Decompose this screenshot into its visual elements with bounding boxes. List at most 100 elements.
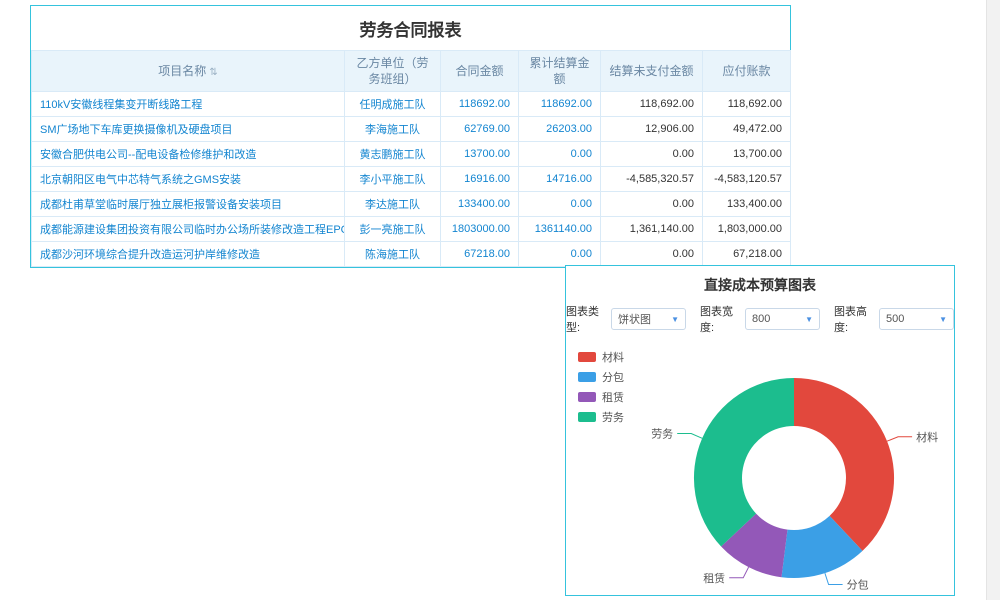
contract-amount-cell: 67218.00 bbox=[441, 242, 519, 267]
pie-slice-label: 劳务 bbox=[651, 428, 673, 441]
unit-cell: 李小平施工队 bbox=[345, 167, 441, 192]
legend-item-0[interactable]: 材料 bbox=[578, 349, 624, 365]
column-header-label: 项目名称 bbox=[158, 64, 206, 78]
table-row: 安徽合肥供电公司--配电设备检修维护和改造黄志鹏施工队13700.000.000… bbox=[32, 142, 791, 167]
payable-cell: 49,472.00 bbox=[703, 117, 791, 142]
chart-height-select[interactable]: 500 ▼ bbox=[879, 308, 954, 330]
chart-control-chart-type: 图表类型: 饼状图 ▼ bbox=[566, 303, 686, 335]
direct-cost-chart-panel: 直接成本预算图表 图表类型:饼状图▼图表宽度:800▼图表高度:500▼ 材料分… bbox=[565, 265, 955, 596]
legend-label: 劳务 bbox=[602, 409, 624, 425]
page-edge bbox=[986, 0, 1000, 600]
settled-amount-cell: 0.00 bbox=[519, 142, 601, 167]
project-name-cell[interactable]: 成都沙河环境综合提升改造运河护岸维修改造 bbox=[32, 242, 345, 267]
column-header-label: 结算未支付金额 bbox=[609, 64, 693, 78]
pie-slice-label: 分包 bbox=[847, 579, 869, 592]
table-body: 110kV安徽线程集变开断线路工程任明成施工队118692.00118692.0… bbox=[32, 92, 791, 267]
chevron-down-icon: ▼ bbox=[805, 315, 813, 324]
chart-width-select[interactable]: 800 ▼ bbox=[745, 308, 820, 330]
pie-slice-label: 租赁 bbox=[703, 571, 725, 585]
chart-body: 材料分包租赁劳务 材料分包租赁劳务 bbox=[566, 339, 954, 611]
chart-type-select[interactable]: 饼状图 ▼ bbox=[611, 308, 686, 330]
payable-cell: -4,583,120.57 bbox=[703, 167, 791, 192]
table-row: SM广场地下车库更换摄像机及硬盘项目李海施工队62769.0026203.001… bbox=[32, 117, 791, 142]
settled-amount-cell: 0.00 bbox=[519, 192, 601, 217]
project-name-cell[interactable]: 成都杜甫草堂临时展厅独立展柜报警设备安装项目 bbox=[32, 192, 345, 217]
settled-amount-cell: 118692.00 bbox=[519, 92, 601, 117]
legend-label: 分包 bbox=[602, 369, 624, 385]
unpaid-amount-cell: 118,692.00 bbox=[601, 92, 703, 117]
select-value: 饼状图 bbox=[618, 311, 651, 327]
payable-cell: 118,692.00 bbox=[703, 92, 791, 117]
sort-icon[interactable]: ⇅ bbox=[209, 67, 217, 78]
contract-amount-cell: 1803000.00 bbox=[441, 217, 519, 242]
project-name-cell[interactable]: SM广场地下车库更换摄像机及硬盘项目 bbox=[32, 117, 345, 142]
pie-label-line bbox=[887, 437, 912, 441]
control-label: 图表宽度: bbox=[700, 303, 741, 335]
unit-cell: 彭一亮施工队 bbox=[345, 217, 441, 242]
legend-swatch bbox=[578, 412, 596, 422]
column-header-4: 结算未支付金额 bbox=[601, 51, 703, 92]
table-row: 110kV安徽线程集变开断线路工程任明成施工队118692.00118692.0… bbox=[32, 92, 791, 117]
payable-cell: 133,400.00 bbox=[703, 192, 791, 217]
unit-cell: 李达施工队 bbox=[345, 192, 441, 217]
legend-item-3[interactable]: 劳务 bbox=[578, 409, 624, 425]
legend-swatch bbox=[578, 392, 596, 402]
legend-item-2[interactable]: 租赁 bbox=[578, 389, 624, 405]
contract-amount-cell: 13700.00 bbox=[441, 142, 519, 167]
report-title: 劳务合同报表 bbox=[31, 6, 790, 50]
unit-cell: 任明成施工队 bbox=[345, 92, 441, 117]
pie-slice-label: 材料 bbox=[916, 430, 938, 444]
legend-item-1[interactable]: 分包 bbox=[578, 369, 624, 385]
chart-control-chart-width: 图表宽度: 800 ▼ bbox=[700, 303, 820, 335]
project-name-cell[interactable]: 成都能源建设集团投资有限公司临时办公场所装修改造工程EPC bbox=[32, 217, 345, 242]
project-name-cell[interactable]: 110kV安徽线程集变开断线路工程 bbox=[32, 92, 345, 117]
column-header-0[interactable]: 项目名称⇅ bbox=[32, 51, 345, 92]
unpaid-amount-cell: 1,361,140.00 bbox=[601, 217, 703, 242]
legend-swatch bbox=[578, 372, 596, 382]
labor-contract-table: 项目名称⇅乙方单位（劳务班组）合同金额累计结算金额结算未支付金额应付账款 110… bbox=[31, 50, 791, 267]
payable-cell: 67,218.00 bbox=[703, 242, 791, 267]
unit-cell: 黄志鹏施工队 bbox=[345, 142, 441, 167]
column-header-1: 乙方单位（劳务班组） bbox=[345, 51, 441, 92]
unpaid-amount-cell: 0.00 bbox=[601, 242, 703, 267]
project-name-cell[interactable]: 北京朝阳区电气中芯特气系统之GMS安装 bbox=[32, 167, 345, 192]
chart-legend: 材料分包租赁劳务 bbox=[578, 349, 624, 429]
chart-control-chart-height: 图表高度: 500 ▼ bbox=[834, 303, 954, 335]
column-header-label: 累计结算金额 bbox=[529, 56, 589, 86]
settled-amount-cell: 26203.00 bbox=[519, 117, 601, 142]
settled-amount-cell: 0.00 bbox=[519, 242, 601, 267]
chart-controls: 图表类型: 饼状图 ▼ 图表宽度: 800 ▼ 图表高度: 500 ▼ bbox=[566, 301, 954, 339]
contract-amount-cell: 16916.00 bbox=[441, 167, 519, 192]
unit-cell: 陈海施工队 bbox=[345, 242, 441, 267]
table-row: 北京朝阳区电气中芯特气系统之GMS安装李小平施工队16916.0014716.0… bbox=[32, 167, 791, 192]
pie-slice-0[interactable] bbox=[794, 378, 894, 551]
project-name-cell[interactable]: 安徽合肥供电公司--配电设备检修维护和改造 bbox=[32, 142, 345, 167]
table-row: 成都杜甫草堂临时展厅独立展柜报警设备安装项目李达施工队133400.000.00… bbox=[32, 192, 791, 217]
pie-slice-3[interactable] bbox=[694, 378, 794, 547]
pie-label-line bbox=[729, 567, 748, 578]
payable-cell: 13,700.00 bbox=[703, 142, 791, 167]
control-label: 图表高度: bbox=[834, 303, 875, 335]
table-header-row: 项目名称⇅乙方单位（劳务班组）合同金额累计结算金额结算未支付金额应付账款 bbox=[32, 51, 791, 92]
select-value: 500 bbox=[886, 313, 904, 325]
table-row: 成都沙河环境综合提升改造运河护岸维修改造陈海施工队67218.000.000.0… bbox=[32, 242, 791, 267]
chevron-down-icon: ▼ bbox=[939, 315, 947, 324]
contract-amount-cell: 118692.00 bbox=[441, 92, 519, 117]
column-header-3: 累计结算金额 bbox=[519, 51, 601, 92]
unpaid-amount-cell: 0.00 bbox=[601, 192, 703, 217]
table-header: 项目名称⇅乙方单位（劳务班组）合同金额累计结算金额结算未支付金额应付账款 bbox=[32, 51, 791, 92]
control-label: 图表类型: bbox=[566, 303, 607, 335]
chevron-down-icon: ▼ bbox=[671, 315, 679, 324]
select-value: 800 bbox=[752, 313, 770, 325]
labor-contract-report-panel: 劳务合同报表 项目名称⇅乙方单位（劳务班组）合同金额累计结算金额结算未支付金额应… bbox=[30, 5, 791, 268]
column-header-2: 合同金额 bbox=[441, 51, 519, 92]
table-row: 成都能源建设集团投资有限公司临时办公场所装修改造工程EPC彭一亮施工队18030… bbox=[32, 217, 791, 242]
contract-amount-cell: 62769.00 bbox=[441, 117, 519, 142]
payable-cell: 1,803,000.00 bbox=[703, 217, 791, 242]
column-header-label: 乙方单位（劳务班组） bbox=[356, 56, 428, 86]
legend-label: 材料 bbox=[602, 349, 624, 365]
contract-amount-cell: 133400.00 bbox=[441, 192, 519, 217]
unpaid-amount-cell: -4,585,320.57 bbox=[601, 167, 703, 192]
chart-title: 直接成本预算图表 bbox=[566, 266, 954, 301]
column-header-label: 合同金额 bbox=[455, 64, 503, 78]
